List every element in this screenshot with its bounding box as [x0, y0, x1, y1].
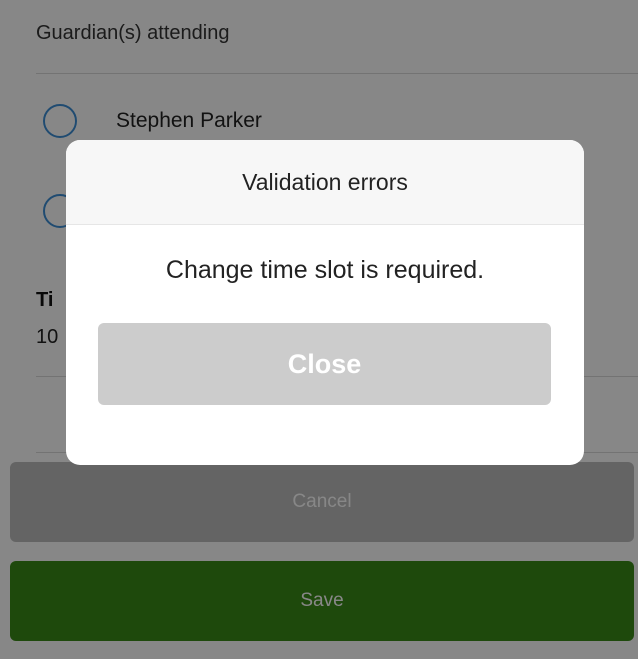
validation-dialog: Validation errors Change time slot is re… — [66, 140, 584, 465]
close-button[interactable]: Close — [98, 323, 551, 405]
dialog-message: Change time slot is required. — [165, 256, 485, 284]
dialog-title: Validation errors — [66, 140, 584, 225]
screen: Guardian(s) attending Stephen Parker Ti … — [0, 0, 638, 659]
